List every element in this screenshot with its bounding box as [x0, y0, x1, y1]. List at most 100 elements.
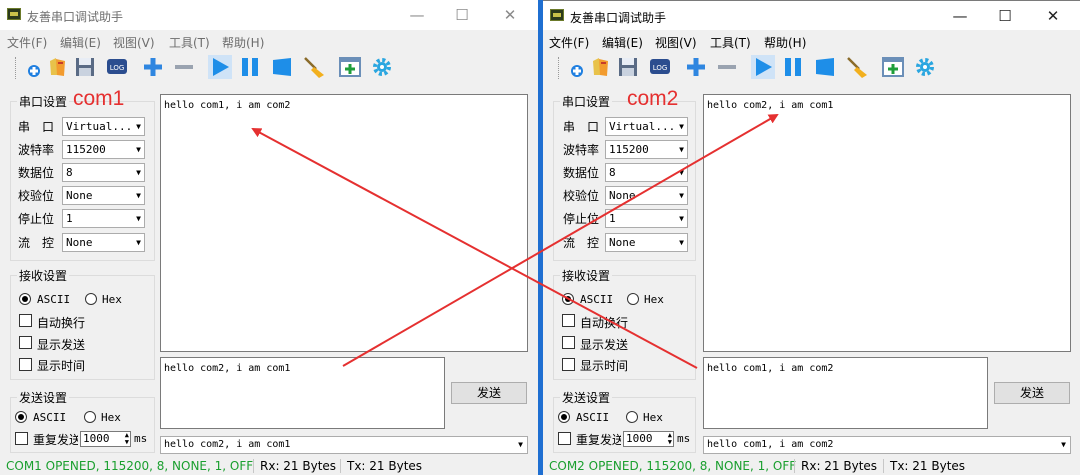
port-label: 串 口: [563, 120, 600, 134]
clear-broom-icon[interactable]: [845, 55, 869, 79]
port-label: 串 口: [18, 120, 55, 134]
tx-hex-radio[interactable]: [84, 411, 96, 423]
menu-help[interactable]: 帮助(H): [764, 34, 806, 51]
show-send-checkbox[interactable]: [19, 336, 32, 349]
send-settings-title: 发送设置: [560, 389, 613, 406]
minimize-icon[interactable]: —: [940, 5, 980, 27]
send-button[interactable]: 发送: [994, 382, 1070, 404]
tx-ascii-radio[interactable]: [15, 411, 27, 423]
log-icon[interactable]: LOG: [648, 55, 672, 79]
flow-select[interactable]: None ▼: [605, 233, 688, 252]
repeat-interval-stepper[interactable]: 1000 ▲ ▼: [623, 431, 674, 447]
show-time-checkbox[interactable]: [562, 358, 575, 371]
stopbits-select[interactable]: 1 ▼: [62, 209, 145, 228]
baud-label: 波特率: [18, 143, 55, 157]
chevron-down-icon: ▼: [679, 168, 684, 177]
receive-textarea[interactable]: hello com2, i am com1: [703, 94, 1071, 352]
repeat-send-checkbox[interactable]: [15, 432, 28, 445]
minus-icon[interactable]: [172, 55, 196, 79]
play-icon[interactable]: [208, 55, 232, 79]
auto-wrap-label: 自动换行: [37, 316, 86, 330]
stepper-arrows-icon[interactable]: ▲ ▼: [125, 432, 129, 446]
new-icon[interactable]: [563, 55, 587, 79]
status-divider: [253, 459, 254, 473]
open-icon[interactable]: [46, 55, 70, 79]
add-window-icon[interactable]: [881, 55, 905, 79]
baud-select[interactable]: 115200 ▼: [62, 140, 145, 159]
menu-tools[interactable]: 工具(T): [169, 34, 210, 51]
tx-ascii-radio[interactable]: [558, 411, 570, 423]
minimize-icon[interactable]: —: [397, 4, 437, 26]
send-history-select[interactable]: hello com1, i am com2 ▼: [703, 436, 1071, 454]
plus-icon[interactable]: [684, 55, 708, 79]
save-icon[interactable]: [616, 55, 640, 79]
auto-wrap-checkbox[interactable]: [562, 314, 575, 327]
play-icon[interactable]: [751, 55, 775, 79]
repeat-send-checkbox[interactable]: [558, 432, 571, 445]
menu-view[interactable]: 视图(V): [655, 34, 697, 51]
menu-edit[interactable]: 编辑(E): [602, 34, 643, 51]
show-time-checkbox[interactable]: [19, 358, 32, 371]
show-send-checkbox[interactable]: [562, 336, 575, 349]
plus-icon[interactable]: [141, 55, 165, 79]
minus-icon[interactable]: [715, 55, 739, 79]
save-icon[interactable]: [73, 55, 97, 79]
repeat-send-label: 重复发送: [576, 433, 621, 447]
menu-file[interactable]: 文件(F): [7, 34, 47, 51]
new-icon[interactable]: [20, 55, 44, 79]
add-window-icon[interactable]: [338, 55, 362, 79]
port-select[interactable]: Virtual... ▼: [62, 117, 145, 136]
serial-settings-title: 串口设置: [17, 93, 70, 110]
app-icon: [7, 8, 21, 20]
maximize-icon[interactable]: ☐: [442, 4, 482, 26]
connection-status: COM2 OPENED, 115200, 8, NONE, 1, OFF: [549, 459, 797, 473]
parity-select[interactable]: None ▼: [62, 186, 145, 205]
parity-select[interactable]: None ▼: [605, 186, 688, 205]
chevron-down-icon: ▼: [679, 214, 684, 223]
auto-wrap-checkbox[interactable]: [19, 314, 32, 327]
tx-hex-radio[interactable]: [626, 411, 638, 423]
settings-gear-icon[interactable]: [370, 55, 394, 79]
menu-view[interactable]: 视图(V): [113, 34, 155, 51]
send-button[interactable]: 发送: [451, 382, 527, 404]
clear-broom-icon[interactable]: [302, 55, 326, 79]
pause-icon[interactable]: [781, 55, 805, 79]
receive-textarea[interactable]: hello com1, i am com2: [160, 94, 528, 352]
databits-select[interactable]: 8 ▼: [605, 163, 688, 182]
close-icon[interactable]: ✕: [1033, 5, 1073, 27]
flow-select[interactable]: None ▼: [62, 233, 145, 252]
menu-tools[interactable]: 工具(T): [710, 34, 751, 51]
stop-icon[interactable]: [813, 55, 837, 79]
repeat-unit: ms: [134, 432, 148, 445]
pause-icon[interactable]: [238, 55, 262, 79]
port-select[interactable]: Virtual... ▼: [605, 117, 688, 136]
maximize-icon[interactable]: ☐: [985, 5, 1025, 27]
rx-ascii-radio[interactable]: [19, 293, 31, 305]
send-textarea[interactable]: hello com2, i am com1: [160, 357, 445, 429]
stop-icon[interactable]: [270, 55, 294, 79]
stopbits-select[interactable]: 1 ▼: [605, 209, 688, 228]
com2-window: 友善串口调试助手 — ☐ ✕ 文件(F) 编辑(E) 视图(V) 工具(T) 帮…: [543, 0, 1080, 475]
databits-select[interactable]: 8 ▼: [62, 163, 145, 182]
settings-gear-icon[interactable]: [913, 55, 937, 79]
menu-edit[interactable]: 编辑(E): [60, 34, 101, 51]
baud-select[interactable]: 115200 ▼: [605, 140, 688, 159]
open-icon[interactable]: [589, 55, 613, 79]
toolbar: LOG: [0, 51, 538, 85]
log-icon[interactable]: LOG: [105, 55, 129, 79]
rx-ascii-radio[interactable]: [562, 293, 574, 305]
menu-file[interactable]: 文件(F): [549, 34, 589, 51]
stepper-arrows-icon[interactable]: ▲ ▼: [668, 432, 672, 446]
databits-label: 数据位: [18, 166, 55, 180]
auto-wrap-label: 自动换行: [580, 316, 629, 330]
status-bar: COM1 OPENED, 115200, 8, NONE, 1, OFF Rx:…: [0, 457, 538, 475]
send-textarea[interactable]: hello com1, i am com2: [703, 357, 988, 429]
repeat-interval-stepper[interactable]: 1000 ▲ ▼: [80, 431, 131, 447]
menu-help[interactable]: 帮助(H): [222, 34, 264, 51]
send-history-select[interactable]: hello com2, i am com1 ▼: [160, 436, 528, 454]
rx-hex-radio[interactable]: [627, 293, 639, 305]
chevron-down-icon: ▼: [136, 191, 141, 200]
close-icon[interactable]: ✕: [490, 4, 530, 26]
rx-hex-radio[interactable]: [85, 293, 97, 305]
stopbits-label: 停止位: [18, 212, 55, 226]
